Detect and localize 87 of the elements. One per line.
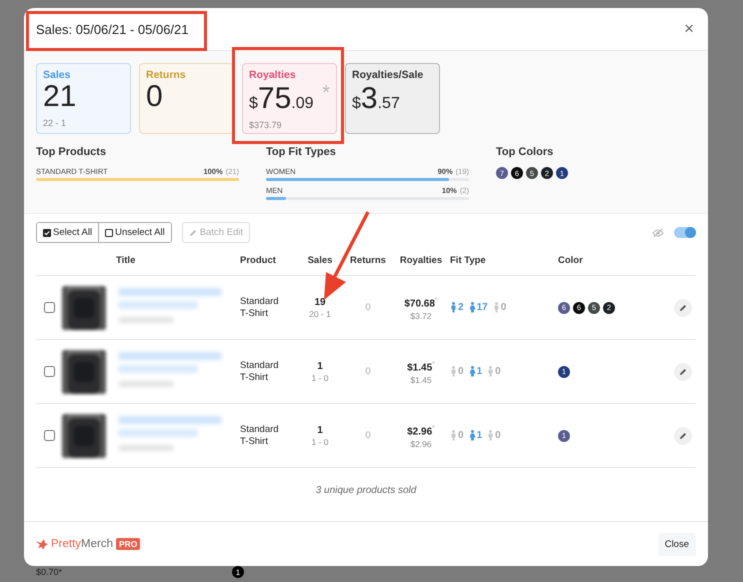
currency-sign: $ <box>352 95 361 113</box>
column-header: Title <box>116 255 136 266</box>
royalty-amount: $70.68$^{*}$ <box>404 296 438 311</box>
returns-count: 0 <box>365 366 371 377</box>
fit-count: 0 <box>450 366 464 377</box>
pencil-icon <box>679 304 687 312</box>
royalty-amount: $2.96$^{*}$ <box>407 424 435 439</box>
woman-icon <box>468 430 476 441</box>
product-name: T-Shirt <box>240 308 268 320</box>
asterisk-mark: * <box>322 82 330 105</box>
edit-button[interactable] <box>674 298 692 316</box>
man-icon <box>450 430 457 441</box>
checked-box-icon <box>43 228 51 236</box>
close-button[interactable]: × <box>682 19 696 39</box>
child-icon <box>492 302 500 313</box>
woman-icon <box>468 302 476 313</box>
sales-detail: 1 - 0 <box>311 437 328 447</box>
column-header: Royalties <box>400 255 442 266</box>
unselect-all-button[interactable]: Unselect All <box>98 223 171 242</box>
child-icon <box>487 366 494 377</box>
pencil-icon <box>679 368 687 376</box>
currency-sign: $ <box>249 95 258 113</box>
man-icon <box>450 366 457 377</box>
product-name: T-Shirt <box>240 372 268 384</box>
section-title: Top Colors <box>496 146 554 158</box>
pencil-icon <box>679 432 687 440</box>
brand-name: Pretty <box>51 538 82 550</box>
stat-cents: .57 <box>378 95 400 113</box>
toggle-switch[interactable] <box>674 227 696 238</box>
close-button[interactable]: Close <box>658 532 696 556</box>
sales-detail: 20 - 1 <box>309 309 331 319</box>
section-title: Top Products <box>36 146 108 158</box>
column-header: Returns <box>350 255 386 266</box>
stat-value: 75 <box>258 83 292 115</box>
row-checkbox[interactable] <box>44 302 55 313</box>
background-price: $0.70* <box>36 567 62 577</box>
edit-button[interactable] <box>674 426 692 444</box>
column-header: Product <box>240 255 276 266</box>
stat-label: Returns <box>146 69 187 81</box>
fit-count: 0 <box>492 302 506 313</box>
stat-cents: .09 <box>291 95 314 113</box>
returns-count: 0 <box>365 302 371 313</box>
stat-value: 3 <box>360 83 378 115</box>
empty-box-icon <box>105 228 114 236</box>
fit-count: 1 <box>468 430 482 441</box>
stat-value: 21 <box>43 81 76 113</box>
pencil-icon <box>188 228 197 236</box>
row-checkbox[interactable] <box>44 430 55 441</box>
modal-title: Sales: 05/06/21 - 05/06/21 <box>36 22 189 36</box>
column-header: Sales <box>308 255 332 266</box>
royalty-detail: $1.45 <box>410 374 432 385</box>
fit-count: 1 <box>468 366 482 377</box>
fit-count: 0 <box>487 366 501 377</box>
stat-label: Royalties <box>249 69 297 81</box>
fit-count: 2 <box>450 302 464 313</box>
summary-text: 3 unique products sold <box>314 484 418 498</box>
brand-name-suffix: Merch <box>81 538 113 550</box>
product-name: Standard <box>240 360 279 372</box>
sales-count: 19 <box>314 296 326 309</box>
stat-subtext: 22 - 1 <box>43 118 66 128</box>
child-icon <box>487 430 494 441</box>
man-icon <box>450 302 457 313</box>
fit-count: 17 <box>468 302 488 313</box>
stat-label: Sales <box>43 69 72 81</box>
stat-label: Royalties/Sale <box>352 69 424 81</box>
product-name: Standard <box>240 296 279 308</box>
fit-count: 0 <box>487 430 501 441</box>
row-checkbox[interactable] <box>44 366 55 377</box>
sales-detail: 1 - 0 <box>311 373 328 383</box>
stat-subtext: $373.79 <box>249 120 282 130</box>
sales-count: 1 <box>317 360 323 373</box>
pro-badge: PRO <box>116 538 140 550</box>
background-badge: 1 <box>232 566 244 578</box>
royalty-detail: $3.72 <box>410 310 432 321</box>
royalty-detail: $2.96 <box>410 438 432 449</box>
product-name: T-Shirt <box>240 436 268 448</box>
product-name: Standard <box>240 424 279 436</box>
woman-icon <box>468 366 476 377</box>
fit-count: 0 <box>450 430 464 441</box>
section-title: Top Fit Types <box>266 146 337 158</box>
column-header: Fit Type <box>450 255 486 266</box>
royalty-amount: $1.45$^{*}$ <box>407 360 435 375</box>
column-header: Color <box>558 255 583 266</box>
sales-count: 1 <box>317 424 323 437</box>
stat-value: 0 <box>146 81 163 113</box>
edit-button[interactable] <box>674 362 692 380</box>
returns-count: 0 <box>365 430 371 441</box>
